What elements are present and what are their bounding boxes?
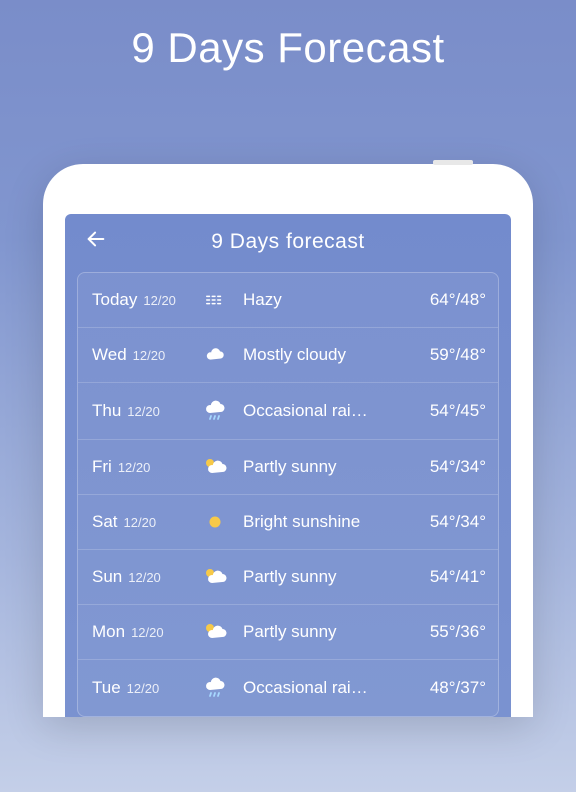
condition-text: Occasional rai… [233,678,412,698]
day-date: 12/20 [124,515,157,530]
partly-weather-icon [197,566,233,588]
temperature-range: 54°/34° [412,512,486,532]
lo-temp: 41° [460,567,486,586]
day-column: Today 12/20 [92,290,197,310]
day-name: Thu [92,401,121,421]
hi-temp: 54° [430,401,456,420]
hi-temp: 64° [430,290,456,309]
power-button-graphic [433,160,473,165]
day-date: 12/20 [143,293,176,308]
hi-temp: 54° [430,512,456,531]
forecast-row[interactable]: Wed 12/20 Mostly cloudy59°/48° [78,328,498,383]
temperature-range: 59°/48° [412,345,486,365]
day-date: 12/20 [131,625,164,640]
promo-title: 9 Days Forecast [0,24,576,72]
condition-text: Partly sunny [233,622,412,642]
back-arrow-icon[interactable] [85,228,107,257]
forecast-panel: Today 12/20 Hazy64°/48° Wed 12/20 Mostly clou… [77,272,499,717]
lo-temp: 37° [460,678,486,697]
lo-temp: 48° [460,345,486,364]
condition-text: Hazy [233,290,412,310]
day-name: Fri [92,457,112,477]
condition-text: Occasional rai… [233,401,412,421]
cloudy-weather-icon [197,344,233,366]
forecast-row[interactable]: Sun 12/20 Partly sunny54°/41° [78,550,498,605]
day-column: Sat 12/20 [92,512,197,532]
day-name: Mon [92,622,125,642]
forecast-row[interactable]: Fri 12/20 Partly sunny54°/34° [78,440,498,495]
lo-temp: 34° [460,457,486,476]
partly-weather-icon [197,621,233,643]
lo-temp: 48° [460,290,486,309]
day-column: Sun 12/20 [92,567,197,587]
app-title: 9 Days forecast [85,230,491,254]
forecast-row[interactable]: Today 12/20 Hazy64°/48° [78,273,498,328]
day-column: Wed 12/20 [92,345,197,365]
sunny-weather-icon [197,511,233,533]
day-date: 12/20 [118,460,151,475]
lo-temp: 34° [460,512,486,531]
hi-temp: 54° [430,457,456,476]
temperature-range: 48°/37° [412,678,486,698]
tablet-frame: 9 Days forecast Today 12/20 Hazy64°/48° Wed… [43,164,533,717]
hi-temp: 55° [430,622,456,641]
hi-temp: 59° [430,345,456,364]
day-name: Tue [92,678,121,698]
day-column: Mon 12/20 [92,622,197,642]
day-name: Sat [92,512,118,532]
forecast-row[interactable]: Thu 12/20 Occasional rai…54°/45° [78,383,498,440]
hi-temp: 54° [430,567,456,586]
temperature-range: 54°/41° [412,567,486,587]
forecast-row[interactable]: Sat 12/20 Bright sunshine54°/34° [78,495,498,550]
rain-weather-icon [197,676,233,700]
temperature-range: 54°/45° [412,401,486,421]
hi-temp: 48° [430,678,456,697]
temperature-range: 55°/36° [412,622,486,642]
forecast-row[interactable]: Tue 12/20 Occasional rai…48°/37° [78,660,498,716]
rain-weather-icon [197,399,233,423]
day-column: Tue 12/20 [92,678,197,698]
condition-text: Partly sunny [233,457,412,477]
app-screen: 9 Days forecast Today 12/20 Hazy64°/48° Wed… [65,214,511,717]
day-date: 12/20 [128,570,161,585]
temperature-range: 64°/48° [412,290,486,310]
partly-weather-icon [197,456,233,478]
lo-temp: 36° [460,622,486,641]
lo-temp: 45° [460,401,486,420]
condition-text: Partly sunny [233,567,412,587]
condition-text: Bright sunshine [233,512,412,532]
day-date: 12/20 [127,681,160,696]
day-name: Sun [92,567,122,587]
haze-weather-icon [197,289,233,311]
day-name: Wed [92,345,127,365]
day-date: 12/20 [127,404,160,419]
forecast-row[interactable]: Mon 12/20 Partly sunny55°/36° [78,605,498,660]
day-column: Fri 12/20 [92,457,197,477]
condition-text: Mostly cloudy [233,345,412,365]
day-name: Today [92,290,137,310]
day-column: Thu 12/20 [92,401,197,421]
app-header: 9 Days forecast [65,214,511,268]
temperature-range: 54°/34° [412,457,486,477]
day-date: 12/20 [133,348,166,363]
